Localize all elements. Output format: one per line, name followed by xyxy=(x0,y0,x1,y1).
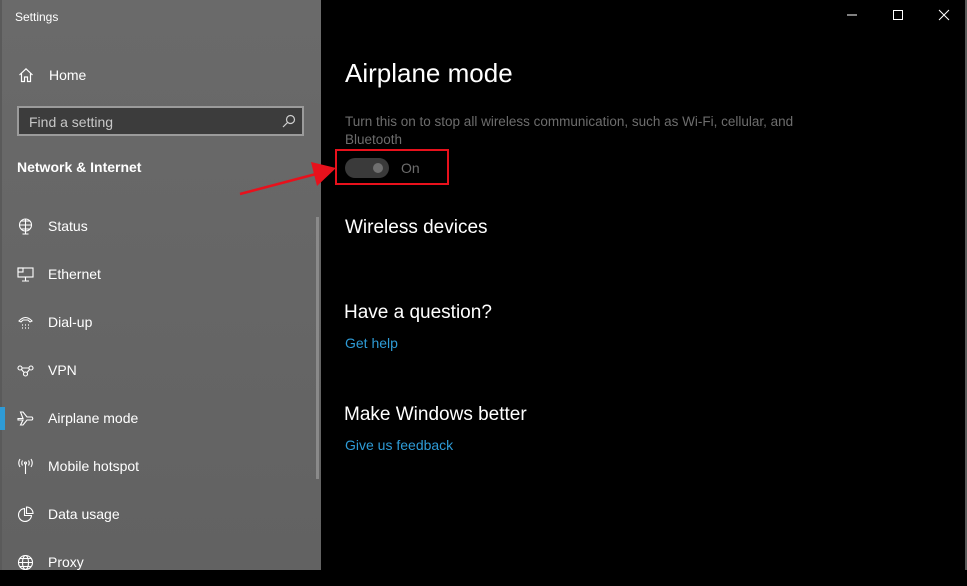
home-nav-item[interactable]: Home xyxy=(18,64,86,86)
page-title: Airplane mode xyxy=(345,58,513,88)
hotspot-icon xyxy=(17,458,34,475)
main-content: Airplane mode Turn this on to stop all w… xyxy=(321,0,967,570)
sidebar-item-ethernet[interactable]: Ethernet xyxy=(0,250,310,298)
sidebar-item-data-usage[interactable]: Data usage xyxy=(0,490,310,538)
maximize-icon xyxy=(892,8,904,26)
sidebar-item-label: Ethernet xyxy=(48,266,101,282)
sidebar: Settings Home Network & Internet xyxy=(0,0,321,571)
app-title: Settings xyxy=(15,10,59,24)
sidebar-item-label: Mobile hotspot xyxy=(48,458,140,474)
airplane-mode-toggle[interactable] xyxy=(345,158,389,178)
wireless-devices-heading: Wireless devices xyxy=(345,217,488,238)
search-icon[interactable] xyxy=(282,114,296,128)
help-heading: Have a question? xyxy=(344,302,492,323)
settings-window: Settings Home Network & Internet xyxy=(0,0,967,571)
get-help-link[interactable]: Get help xyxy=(345,335,398,351)
airplane-icon xyxy=(17,410,34,427)
sidebar-item-label: Dial-up xyxy=(48,314,93,330)
sidebar-item-vpn[interactable]: VPN xyxy=(0,346,310,394)
sidebar-item-label: Proxy xyxy=(48,554,84,570)
home-icon xyxy=(18,67,34,83)
close-icon xyxy=(938,8,950,26)
airplane-mode-toggle-row: On xyxy=(345,158,420,178)
toggle-state-label: On xyxy=(401,160,420,176)
sidebar-nav: Status Ethernet Dial-up VPN Airplane mod… xyxy=(0,202,310,586)
feedback-heading: Make Windows better xyxy=(344,404,527,425)
give-feedback-link[interactable]: Give us feedback xyxy=(345,437,453,453)
home-label: Home xyxy=(49,67,87,83)
data-usage-icon xyxy=(17,506,34,523)
sidebar-item-label: Airplane mode xyxy=(48,410,139,426)
search-box[interactable] xyxy=(17,106,304,136)
sidebar-item-label: Status xyxy=(48,218,88,234)
toggle-knob xyxy=(373,163,383,173)
sidebar-item-label: VPN xyxy=(48,362,77,378)
sidebar-item-label: Data usage xyxy=(48,506,120,522)
sidebar-scrollbar[interactable] xyxy=(316,217,319,479)
minimize-icon xyxy=(846,8,858,26)
sidebar-item-dial-up[interactable]: Dial-up xyxy=(0,298,310,346)
caption-buttons xyxy=(829,0,967,34)
dial-up-icon xyxy=(17,314,34,331)
vpn-icon xyxy=(17,362,34,379)
search-input[interactable] xyxy=(19,108,281,136)
minimize-button[interactable] xyxy=(829,0,875,34)
ethernet-icon xyxy=(17,266,34,283)
sidebar-item-proxy[interactable]: Proxy xyxy=(0,538,310,586)
sidebar-item-airplane-mode[interactable]: Airplane mode xyxy=(0,394,310,442)
sidebar-item-status[interactable]: Status xyxy=(0,202,310,250)
section-title: Network & Internet xyxy=(17,159,142,175)
globe-icon xyxy=(17,554,34,571)
airplane-mode-description: Turn this on to stop all wireless commun… xyxy=(345,114,794,147)
globe-status-icon xyxy=(17,218,34,235)
close-button[interactable] xyxy=(921,0,967,34)
maximize-button[interactable] xyxy=(875,0,921,34)
sidebar-item-mobile-hotspot[interactable]: Mobile hotspot xyxy=(0,442,310,490)
